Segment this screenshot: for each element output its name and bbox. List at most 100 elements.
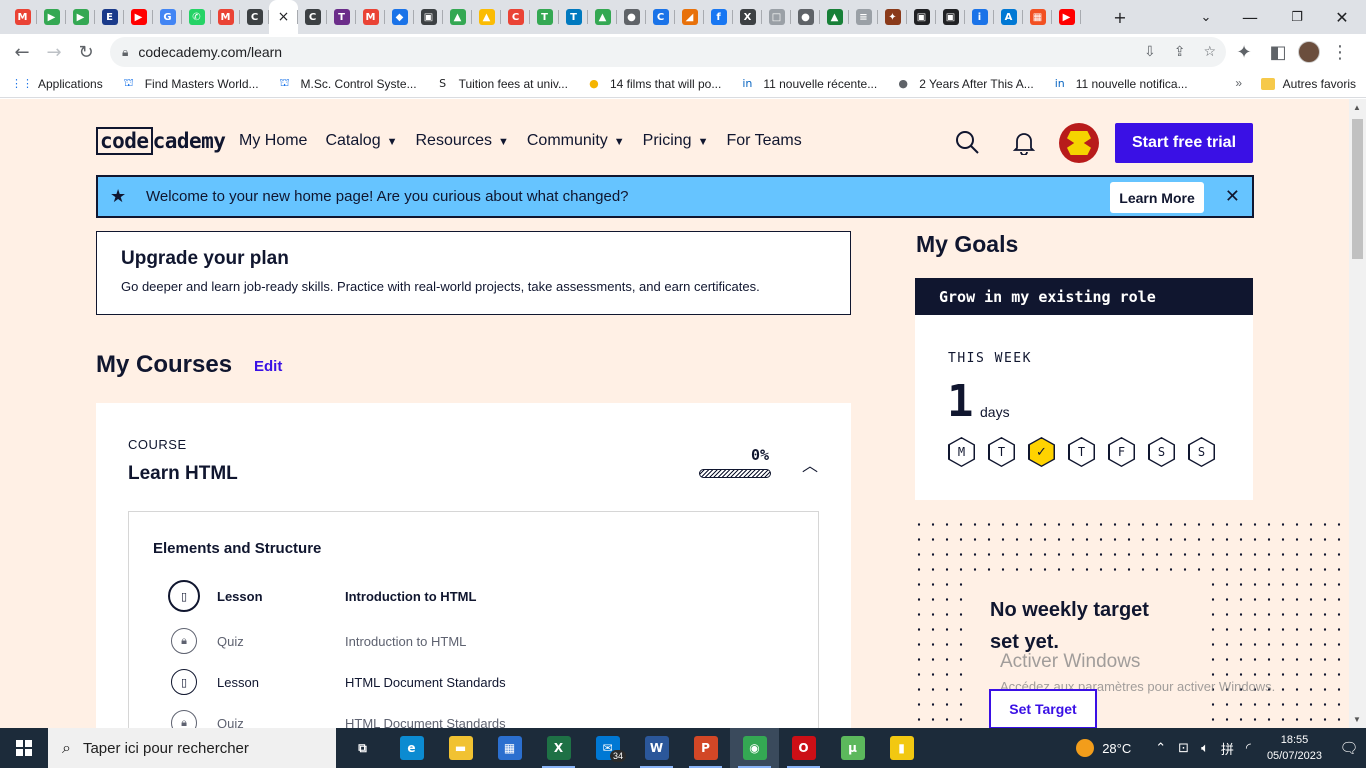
restore-button[interactable]: ❐ — [1277, 0, 1317, 34]
browser-tab[interactable]: ● — [617, 0, 646, 34]
edit-courses-link[interactable]: Edit — [254, 358, 282, 375]
close-banner-icon[interactable]: ✕ — [1225, 186, 1240, 207]
browser-tab[interactable]: C — [646, 0, 675, 34]
temperature[interactable]: 28°C — [1102, 741, 1131, 756]
side-panel-button[interactable]: ◧ — [1264, 36, 1292, 68]
set-target-button[interactable]: Set Target — [989, 689, 1097, 728]
collapse-chevron-icon[interactable]: ︿ — [802, 452, 818, 476]
browser-tab[interactable]: M — [8, 0, 37, 34]
edge-app[interactable]: e — [387, 728, 436, 768]
excel-app[interactable]: X — [534, 728, 583, 768]
browser-tab[interactable]: ▲ — [588, 0, 617, 34]
start-button[interactable] — [0, 728, 48, 768]
browser-tab[interactable]: G — [153, 0, 182, 34]
bookmark-item[interactable]: ● 14 films that will po... — [586, 76, 721, 92]
browser-tab[interactable]: ▲ — [472, 0, 501, 34]
forward-button[interactable]: → — [38, 36, 70, 68]
language-icon[interactable]: 拼 — [1221, 739, 1234, 758]
browser-tab[interactable]: ▶ — [1052, 0, 1081, 34]
notification-icon[interactable]: 🗨︎ — [1332, 739, 1366, 757]
mail-app[interactable]: ✉ 34 — [583, 728, 632, 768]
browser-tab[interactable]: A — [994, 0, 1023, 34]
nav-item-my-home[interactable]: My Home — [239, 132, 307, 150]
browser-tab[interactable]: ▣ — [414, 0, 443, 34]
browser-tab[interactable]: ▶ — [124, 0, 153, 34]
browser-tab[interactable]: □ — [762, 0, 791, 34]
scroll-up-icon[interactable]: ▲ — [1353, 103, 1361, 112]
opera-app[interactable]: O — [779, 728, 828, 768]
bookmarks-overflow-button[interactable]: » — [1235, 76, 1242, 90]
weather-icon[interactable] — [1076, 739, 1095, 757]
new-tab-button[interactable]: + — [1100, 0, 1140, 34]
minimize-button[interactable]: — — [1230, 0, 1270, 34]
chevron-up-icon[interactable]: ⌃ — [1155, 741, 1166, 756]
task-view-app[interactable]: ⧉ — [338, 728, 387, 768]
profile-avatar[interactable] — [1298, 41, 1320, 63]
lesson-row[interactable]: ▯ Lesson Introduction to HTML — [168, 580, 771, 612]
bookmark-item[interactable]: ● 2 Years After This A... — [895, 76, 1033, 92]
lesson-row[interactable]: ▯ Lesson HTML Document Standards — [171, 666, 771, 698]
browser-tab[interactable]: ✦ — [878, 0, 907, 34]
browser-tab[interactable]: C — [298, 0, 327, 34]
browser-tab[interactable]: ▣ — [907, 0, 936, 34]
browser-tab[interactable]: i — [965, 0, 994, 34]
nav-item-for-teams[interactable]: For Teams — [726, 132, 801, 150]
page-scrollbar[interactable]: ▲ ▼ — [1349, 99, 1366, 728]
browser-tab[interactable]: C — [240, 0, 269, 34]
nav-item-community[interactable]: Community ▼ — [527, 132, 625, 150]
scroll-down-icon[interactable]: ▼ — [1353, 715, 1361, 724]
browser-tab[interactable]: ▦ — [1023, 0, 1052, 34]
powerpoint-app[interactable]: P — [681, 728, 730, 768]
chrome-app[interactable]: ◉ — [730, 728, 779, 768]
nav-item-pricing[interactable]: Pricing ▼ — [643, 132, 709, 150]
taskbar-search[interactable]: ⌕ Taper ici pour rechercher — [48, 728, 336, 768]
lesson-row[interactable]: 🔒︎ Quiz Introduction to HTML — [171, 625, 771, 657]
star-icon[interactable]: ☆ — [1203, 44, 1216, 60]
word-app[interactable]: W — [632, 728, 681, 768]
bookmark-item[interactable]: ⛫ M.Sc. Control Syste... — [277, 76, 416, 92]
network-icon[interactable]: ⊡ — [1178, 741, 1189, 756]
search-icon[interactable] — [954, 129, 980, 155]
bookmark-item[interactable]: in 11 nouvelle notifica... — [1052, 76, 1188, 92]
bookmark-item[interactable]: S Tuition fees at univ... — [435, 76, 568, 92]
bookmark-item[interactable]: ⋮⋮ Applications — [11, 76, 103, 92]
utorrent-app[interactable]: µ — [828, 728, 877, 768]
course-name[interactable]: Learn HTML — [128, 463, 238, 485]
menu-button[interactable]: ⋮ — [1326, 36, 1354, 68]
browser-tab[interactable]: M — [356, 0, 385, 34]
browser-tab[interactable]: ◆ — [385, 0, 414, 34]
close-window-button[interactable]: ✕ — [1322, 0, 1362, 34]
browser-tab[interactable]: T — [530, 0, 559, 34]
install-icon[interactable]: ⇩ — [1144, 44, 1156, 60]
browser-tab[interactable]: ▶ — [37, 0, 66, 34]
browser-tab[interactable]: C — [501, 0, 530, 34]
nav-item-catalog[interactable]: Catalog ▼ — [325, 132, 397, 150]
share-icon[interactable]: ⇪ — [1174, 44, 1186, 60]
close-tab-icon[interactable]: × — [276, 9, 292, 25]
browser-tab[interactable]: ▣ — [936, 0, 965, 34]
browser-tab[interactable]: E — [95, 0, 124, 34]
browser-tab[interactable]: f — [704, 0, 733, 34]
scrollbar-thumb[interactable] — [1352, 119, 1363, 259]
active-tab[interactable]: × — [269, 0, 298, 34]
file-explorer-app[interactable]: ▬ — [436, 728, 485, 768]
nav-item-resources[interactable]: Resources ▼ — [416, 132, 509, 150]
upgrade-plan-card[interactable]: Upgrade your plan Go deeper and learn jo… — [96, 231, 851, 315]
codecademy-logo[interactable]: code cademy — [96, 127, 226, 155]
user-avatar[interactable] — [1059, 123, 1099, 163]
browser-tab[interactable]: ◢ — [675, 0, 704, 34]
browser-tab[interactable]: M — [211, 0, 240, 34]
bookmark-item[interactable]: in 11 nouvelle récente... — [739, 76, 877, 92]
tab-search-button[interactable]: ⌄ — [1186, 0, 1226, 34]
volume-icon[interactable]: 🔈︎ — [1201, 741, 1209, 756]
browser-tab[interactable]: ▶ — [66, 0, 95, 34]
bookmark-item[interactable]: ⛫ Find Masters World... — [121, 76, 259, 92]
clock[interactable]: 18:55 05/07/2023 — [1267, 732, 1322, 764]
back-button[interactable]: ← — [6, 36, 38, 68]
browser-tab[interactable]: ▲ — [443, 0, 472, 34]
browser-tab[interactable]: ≡ — [849, 0, 878, 34]
browser-tab[interactable]: X — [733, 0, 762, 34]
bell-icon[interactable] — [1011, 129, 1037, 155]
browser-tab[interactable]: ▲ — [820, 0, 849, 34]
browser-tab[interactable]: T — [327, 0, 356, 34]
